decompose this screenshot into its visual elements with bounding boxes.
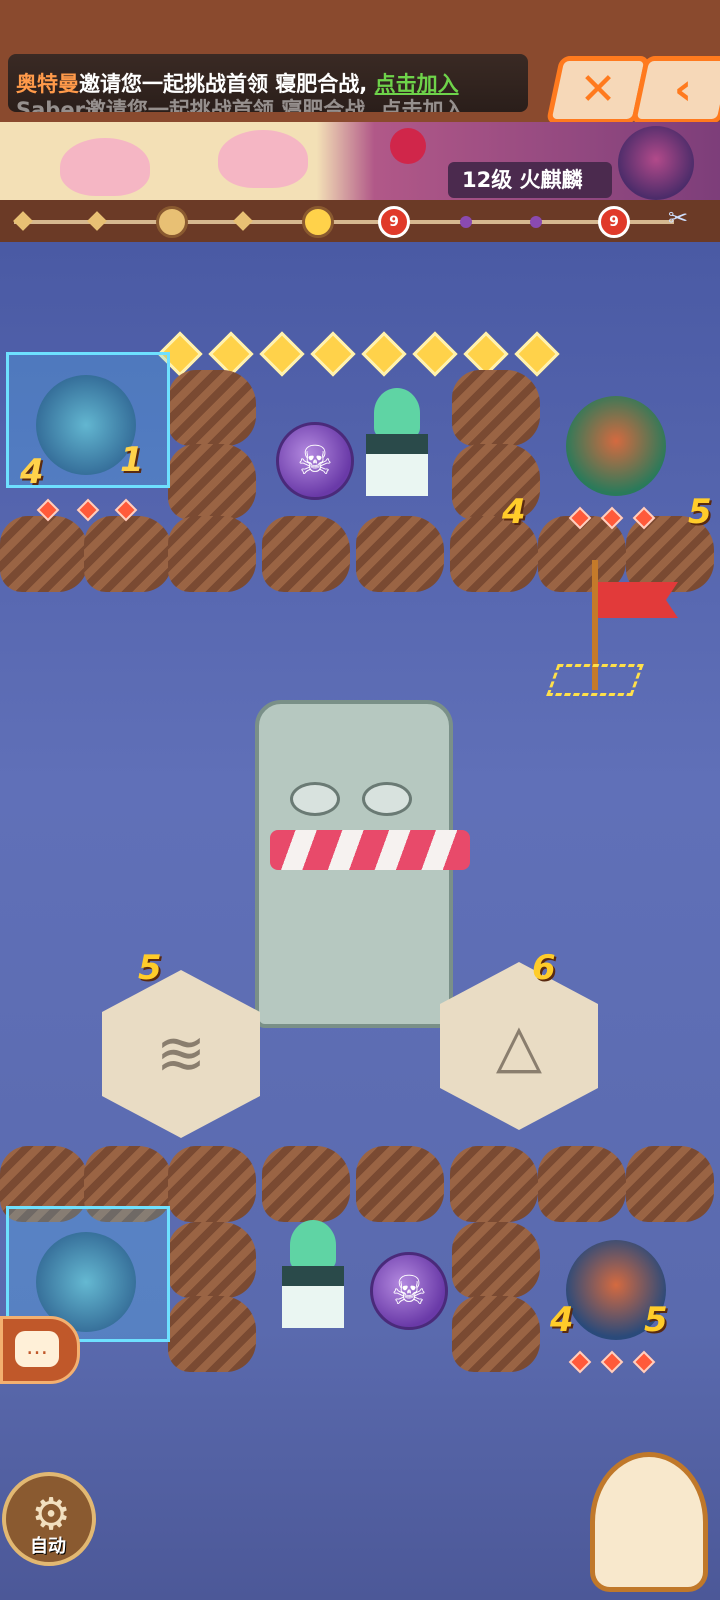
skill-slot[interactable] [590, 1452, 708, 1592]
flag-target-marker [546, 664, 644, 696]
sprout-leaf-icon [374, 388, 420, 438]
sprout-leaf-icon [290, 1220, 336, 1270]
auto-label: 自动 [30, 1536, 66, 1557]
sprout-pot [366, 434, 428, 496]
wood-block[interactable] [356, 516, 444, 592]
wood-block[interactable] [168, 1296, 256, 1372]
attack-number: 6 [532, 948, 556, 988]
boss-portrait-icon[interactable] [618, 126, 694, 200]
chat-bubble-icon: … [15, 1331, 59, 1367]
golem-scarf [270, 830, 470, 870]
golem-eye [362, 782, 412, 816]
progress-node [530, 216, 542, 228]
wood-block[interactable] [168, 444, 256, 520]
enemy-extra-number: 5 [688, 492, 712, 532]
chat-button[interactable]: … [0, 1316, 80, 1384]
wood-block[interactable] [168, 516, 256, 592]
track-line [14, 220, 674, 224]
enemy-monster-top[interactable] [566, 396, 666, 496]
sun-decoration [390, 128, 426, 164]
sprout-box[interactable] [362, 388, 432, 498]
back-arrow-icon: ‹ [673, 64, 693, 115]
wood-block[interactable] [356, 1146, 444, 1222]
wood-block[interactable] [0, 516, 88, 592]
wood-block[interactable] [452, 370, 540, 446]
bomb-skull-icon[interactable]: ☠ [276, 422, 354, 500]
boss-stage-node: 9 [598, 206, 630, 238]
join-link[interactable]: 点击加入 [375, 72, 459, 96]
enemy-health-number: 5 [644, 1300, 668, 1340]
invite-line-faded: Saber邀请您一起挑战首领 寝肥合战, 点击加入 [16, 98, 465, 112]
wood-block[interactable] [262, 1146, 350, 1222]
wood-block[interactable] [452, 444, 540, 520]
back-button[interactable]: ‹ [630, 56, 720, 124]
inviter-name: 奥特曼 [16, 72, 79, 96]
progress-node [460, 216, 472, 228]
ghost-health-number: 1 [120, 440, 144, 480]
golem-eye [290, 782, 340, 816]
scissors-icon: ✂ [668, 204, 689, 232]
wood-block[interactable] [452, 1222, 540, 1298]
boss-stage-node: 9 [378, 206, 410, 238]
bomb-skull-icon[interactable]: ☠ [370, 1252, 448, 1330]
enemy-attack-number: 4 [550, 1300, 574, 1340]
current-stage-node [302, 206, 334, 238]
wood-block[interactable] [262, 516, 350, 592]
sprout-pot [282, 1266, 344, 1328]
enemy-attack-number: 4 [502, 492, 526, 532]
wood-block[interactable] [168, 1222, 256, 1298]
sakura-tree-decoration [218, 130, 308, 188]
invite-message: 邀请您一起挑战首领 寝肥合战, [79, 72, 368, 96]
wood-block[interactable] [168, 370, 256, 446]
wood-block[interactable] [452, 1296, 540, 1372]
wood-block[interactable] [538, 1146, 626, 1222]
wood-block[interactable] [626, 1146, 714, 1222]
goal-flag-icon[interactable] [598, 582, 678, 618]
wood-block[interactable] [168, 1146, 256, 1222]
sprout-box[interactable] [278, 1220, 348, 1330]
sakura-tree-decoration [60, 138, 150, 196]
defense-number: 5 [138, 948, 162, 988]
wood-block[interactable] [84, 516, 172, 592]
invite-bar[interactable]: 奥特曼邀请您一起挑战首领 寝肥合战, 点击加入 Saber邀请您一起挑战首领 寝… [8, 54, 528, 112]
close-icon: ✕ [579, 64, 617, 115]
progress-stage-node [156, 206, 188, 238]
ghost-attack-number: 4 [20, 452, 44, 492]
boss-level-label: 12级 火麒麟 [448, 162, 612, 198]
wood-block[interactable] [450, 1146, 538, 1222]
